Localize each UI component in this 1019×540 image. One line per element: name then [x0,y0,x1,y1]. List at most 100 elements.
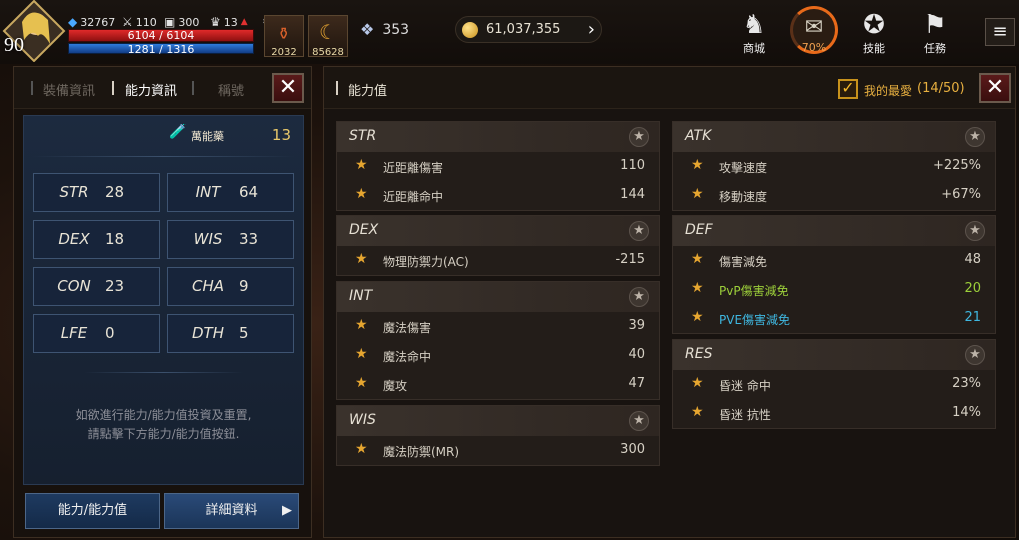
favorite-star-icon[interactable]: ★ [965,221,985,241]
favorite-checkbox[interactable]: ✓ [838,79,858,99]
close-icon: ✕ [985,75,1005,100]
elixir-count: 13 [271,126,291,144]
scroll-icon: ✉ [804,15,824,40]
crystal-value: 353 [382,21,410,38]
info-line: 如欲進行能力/能力值投資及重置, [75,408,252,422]
power-icon: ◆ [68,15,78,29]
elixir-icon: 🧪 [169,124,187,140]
shop-icon: ♞ [742,10,766,40]
close-left-panel-button[interactable]: ✕ [272,73,304,103]
stat-key: WIS [193,230,223,248]
stat-label: 魔法防禦(MR) [383,445,460,459]
ability-button[interactable]: 能力/能力值 [25,493,160,529]
stat-row[interactable]: ★ 昏迷 抗性 14% [673,399,995,428]
star-icon: ★ [691,309,704,325]
star-icon: ★ [355,375,368,391]
gold-currency[interactable]: 61,037,355 › [455,16,602,43]
defense-value: 300 [178,15,200,29]
gold-coin-icon [462,21,478,38]
stat-group-str: STR ★ ★ 近距離傷害 110 ★ 近距離命中 144 [336,121,660,211]
stat-key: CHA [191,277,224,295]
group-header: STR ★ [337,122,659,152]
quick-slot-crescent[interactable]: ☾ 85628 [308,15,348,58]
skill-icon: ✪ [863,10,885,40]
attack-stat: ⚔ 110 [122,15,157,29]
progress-button[interactable]: ✉ 70% [790,6,838,54]
divider [84,372,243,373]
stat-group-dex: DEX ★ ★ 物理防禦力(AC) -215 [336,215,660,276]
stat-row[interactable]: ★ 近距離命中 144 [337,181,659,210]
stat-row[interactable]: ★ 魔攻 47 [337,370,659,399]
stat-value: 18 [105,230,125,248]
top-hud: 90 ◆ 32767 ⚔ 110 ▣ 300 ♛ 13 ▲ 6104 / 610… [0,0,1019,64]
warning-arrow-icon: ▲ [240,17,248,27]
favorite-count: (14/50) [917,81,965,96]
star-icon: ★ [355,251,368,267]
stat-row[interactable]: ★ 物理防禦力(AC) -215 [337,246,659,275]
skill-label: 技能 [863,42,885,55]
stat-value: -215 [615,252,645,267]
favorite-star-icon[interactable]: ★ [629,221,649,241]
skill-button[interactable]: ✪ 技能 [852,10,896,56]
tab-ability[interactable]: 能力資訊 [125,80,177,99]
group-header: RES ★ [673,340,995,370]
checkmark-icon: ✓ [841,78,855,97]
stat-row[interactable]: ★ 魔法命中 40 [337,341,659,370]
stat-row-pve[interactable]: ★ PVE傷害減免 21 [673,304,995,333]
stat-box-con: CON 23 [33,267,160,306]
favorite-star-icon[interactable]: ★ [629,127,649,147]
tab-equipment[interactable]: 裝備資訊 [43,80,95,99]
stat-row[interactable]: ★ 近距離傷害 110 [337,152,659,181]
elixir-label: 萬能藥 [191,130,224,143]
star-icon: ★ [355,317,368,333]
hamburger-menu-icon[interactable]: ≡ [985,18,1015,46]
favorite-star-icon[interactable]: ★ [965,345,985,365]
stat-key: CON [57,277,91,295]
crystal-icon: ❖ [360,20,375,39]
stat-key: DTH [192,324,224,342]
stat-value: 0 [105,324,115,342]
favorite-star-icon[interactable]: ★ [629,287,649,307]
quick-slot-count: 85628 [312,47,344,58]
stat-row[interactable]: ★ 攻擊速度 +225% [673,152,995,181]
stat-label: PvP傷害減免 [719,284,789,298]
mp-text: 1281 / 1316 [127,43,195,56]
shop-button[interactable]: ♞ 商城 [732,10,776,56]
stat-row[interactable]: ★ 傷害減免 48 [673,246,995,275]
tab-title[interactable]: 稱號 [218,80,244,99]
stat-box-dex: DEX 18 [33,220,160,259]
close-icon: ✕ [278,75,298,100]
quest-button[interactable]: ⚑ 任務 [913,10,957,56]
favorite-star-icon[interactable]: ★ [965,127,985,147]
favorite-star-icon[interactable]: ★ [629,411,649,431]
stat-value: 144 [620,187,645,202]
stat-value: 20 [964,281,981,296]
play-arrow-icon: ▶ [282,503,292,518]
close-right-panel-button[interactable]: ✕ [979,73,1011,103]
stat-label: 昏迷 抗性 [719,408,771,422]
stat-row[interactable]: ★ 魔法防禦(MR) 300 [337,436,659,465]
stat-label: 昏迷 命中 [719,379,771,393]
detail-button[interactable]: 詳細資料 ▶ [164,493,299,529]
stat-box-int: INT 64 [167,173,294,212]
chevron-right-icon[interactable]: › [588,19,595,40]
stat-summary: 🧪 萬能藥 13 STR 28 INT 64 DEX 18 WIS 33 CON… [23,115,304,485]
stat-row[interactable]: ★ 魔法傷害 39 [337,312,659,341]
sword-icon: ⚔ [122,15,133,29]
stat-box-wis: WIS 33 [167,220,294,259]
stat-key: STR [59,183,89,201]
attack-value: 110 [135,15,157,29]
star-icon: ★ [355,346,368,362]
group-name: RES [685,346,713,362]
quick-slot-potion[interactable]: ⚱ 2032 [264,15,304,58]
stat-row[interactable]: ★ 移動速度 +67% [673,181,995,210]
potion-icon: ⚱ [277,24,291,43]
stat-key: INT [195,183,221,201]
stat-row-pvp[interactable]: ★ PvP傷害減免 20 [673,275,995,304]
stat-group-res: RES ★ ★ 昏迷 命中 23% ★ 昏迷 抗性 14% [672,339,996,429]
group-name: INT [349,288,373,304]
stat-value: 64 [239,183,259,201]
stat-value: 28 [105,183,125,201]
stat-row[interactable]: ★ 昏迷 命中 23% [673,370,995,399]
star-icon: ★ [355,157,368,173]
